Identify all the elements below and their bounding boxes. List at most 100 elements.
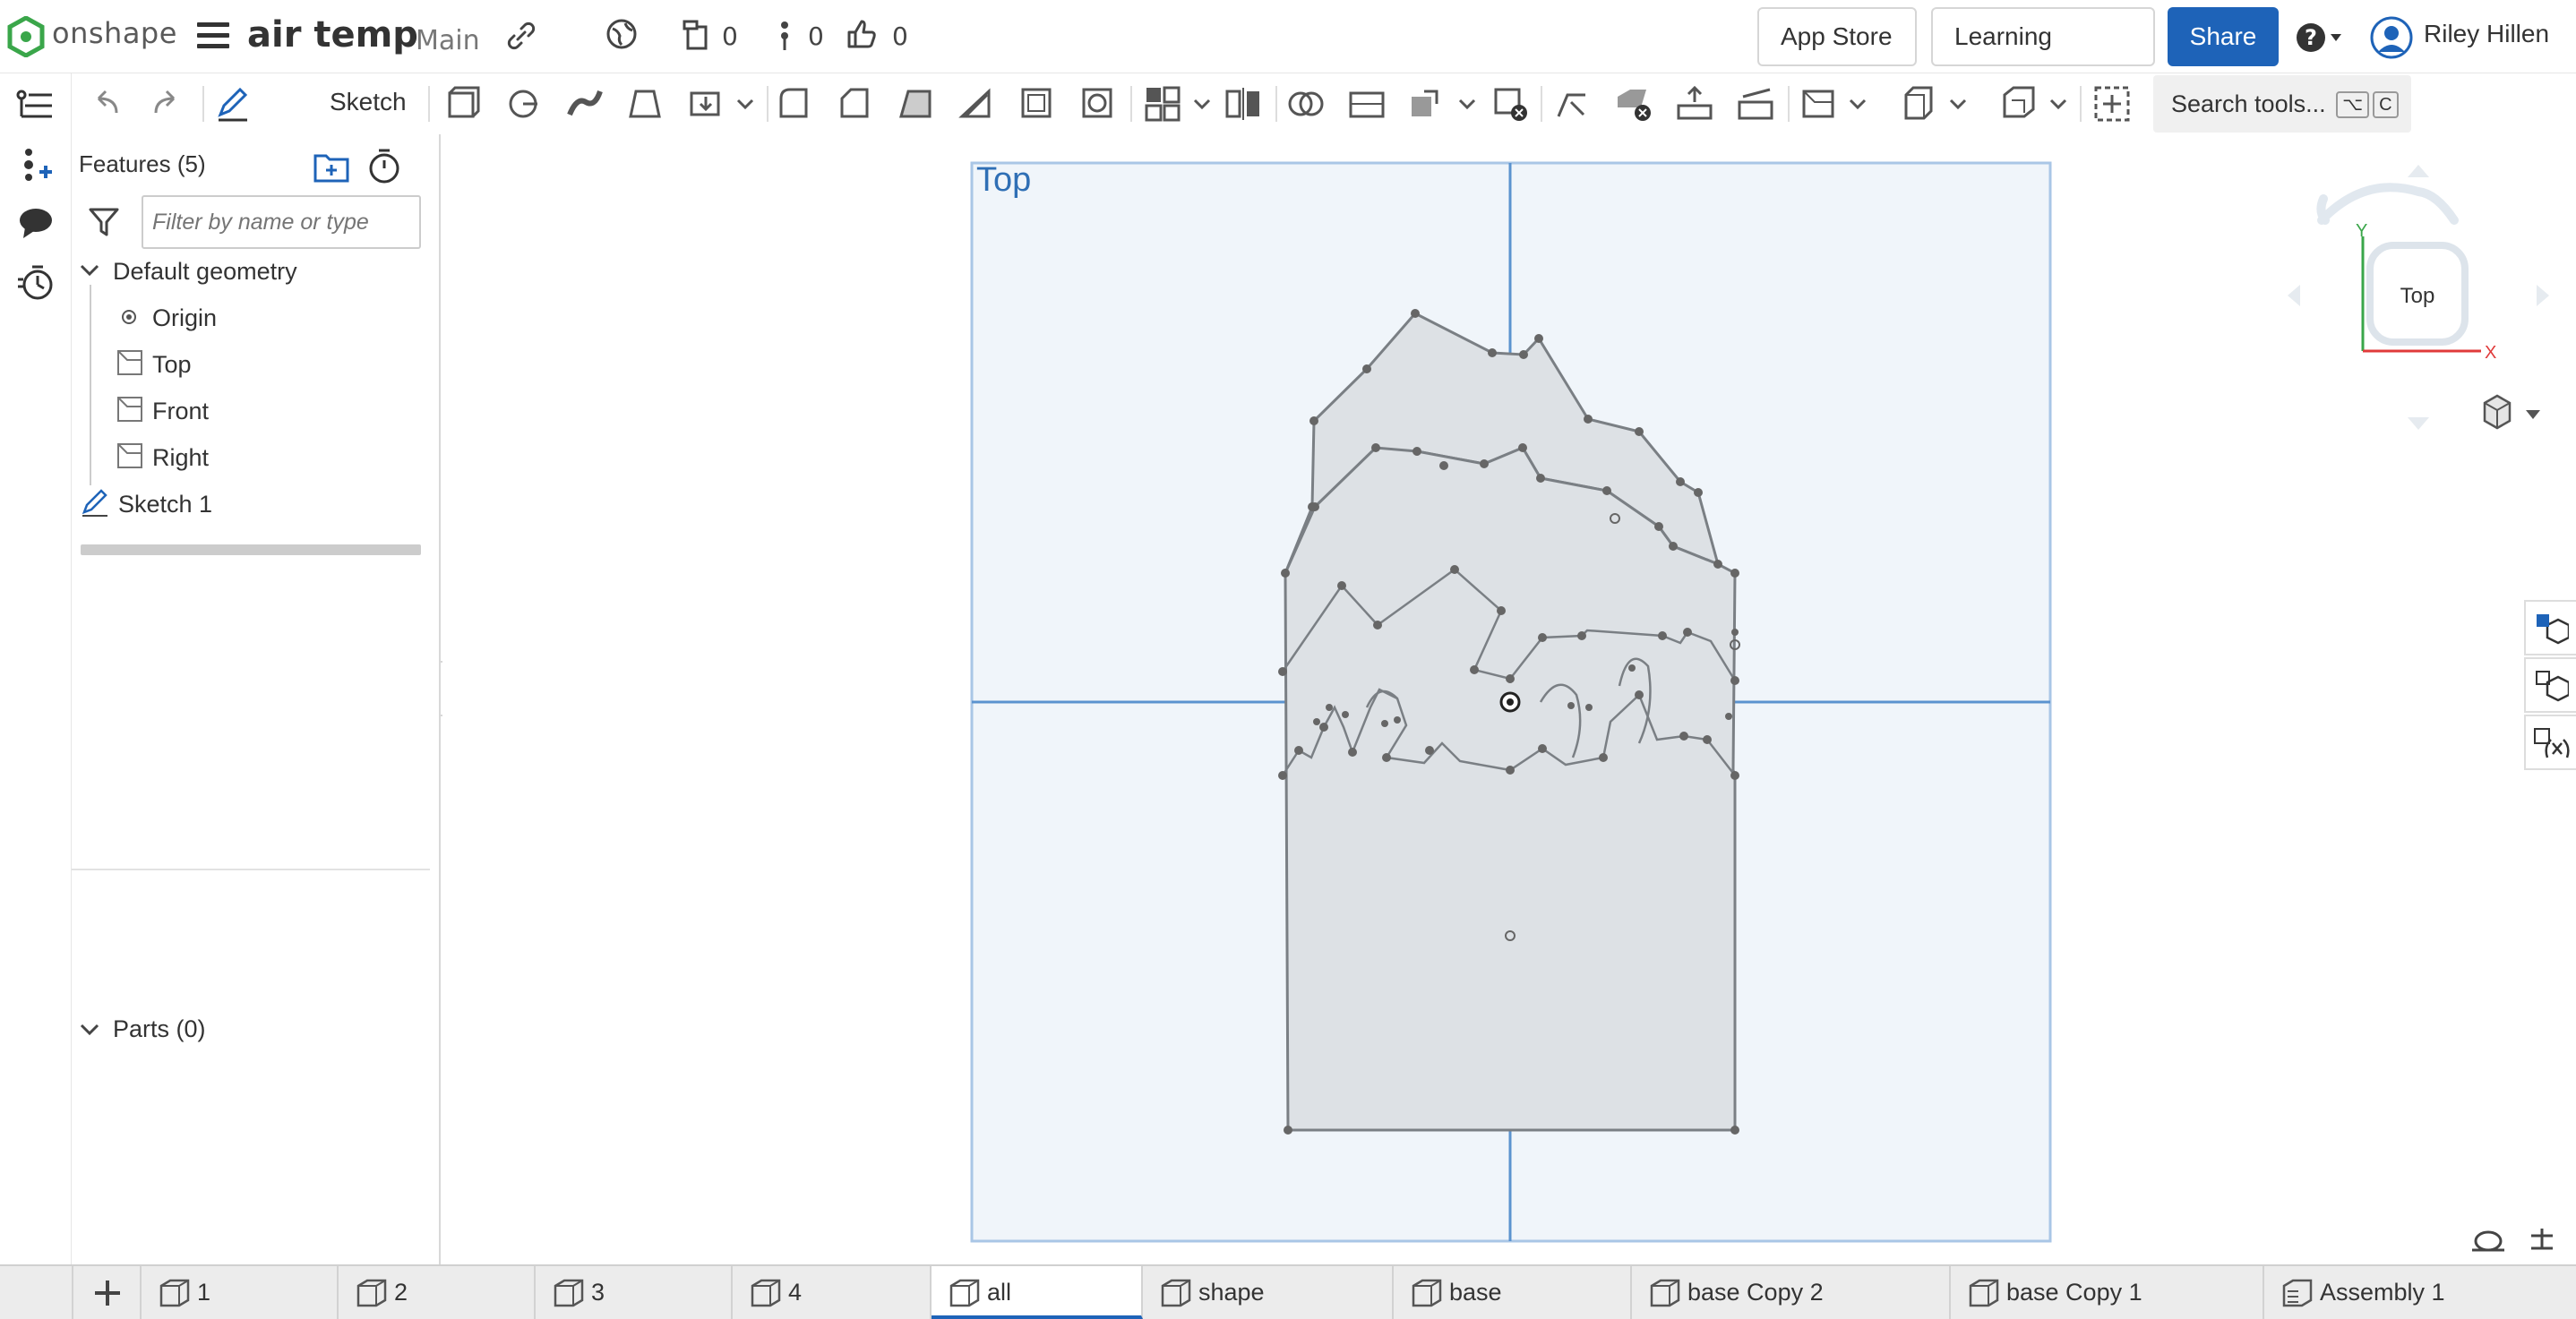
user-name[interactable]: Riley Hillen [2424, 20, 2549, 48]
insert-icon[interactable] [16, 145, 56, 184]
avatar-icon[interactable] [2370, 16, 2413, 59]
graphics-canvas[interactable]: Top Y X [442, 134, 2576, 1264]
loft-icon[interactable] [625, 84, 665, 124]
delete-face-icon[interactable] [1614, 84, 1653, 124]
delete-part-icon[interactable] [1490, 84, 1530, 124]
tab-base-copy-2[interactable]: base Copy 2 [1632, 1266, 1951, 1319]
parts-list-header[interactable]: Parts (0) [113, 1015, 206, 1043]
add-custom-feature-icon[interactable] [2092, 84, 2132, 124]
learning-center-button[interactable]: Learning Center [1931, 7, 2155, 106]
mirror-icon[interactable] [1224, 84, 1263, 124]
default-geometry-node[interactable]: Default geometry [113, 258, 297, 286]
add-tab-button[interactable] [72, 1266, 142, 1319]
tree-item-sketch-1[interactable]: Sketch 1 [118, 491, 212, 518]
measure-tape-icon[interactable] [2472, 1230, 2504, 1252]
chevron-down-icon[interactable] [2048, 84, 2069, 124]
tab-all[interactable]: all [932, 1266, 1143, 1319]
chevron-down-icon[interactable] [1847, 84, 1868, 124]
extrude-icon[interactable] [442, 84, 482, 124]
fillet-icon[interactable] [774, 84, 813, 124]
chevron-down-icon[interactable] [1456, 84, 1478, 124]
part-studio-icon [159, 1279, 190, 1307]
shortcut-key-option: ⌥ [2336, 91, 2370, 118]
sketch-profile-body[interactable] [1284, 446, 1737, 1132]
chevron-down-icon[interactable] [734, 84, 756, 124]
history-icon[interactable] [16, 263, 56, 303]
draft-icon[interactable] [896, 84, 935, 124]
transform-icon[interactable] [1408, 84, 1447, 124]
rib-icon[interactable] [957, 84, 996, 124]
help-icon[interactable]: ? [2295, 21, 2345, 54]
graphics-viewport[interactable]: Top Y X Top [442, 134, 2576, 1264]
branch-name: Main [416, 25, 480, 56]
rollback-timer-icon[interactable] [367, 149, 401, 184]
variable-table-icon [2534, 728, 2570, 758]
filter-icon[interactable] [88, 206, 120, 238]
tab-2[interactable]: 2 [339, 1266, 536, 1319]
y-axis-label: Y [2356, 221, 2367, 241]
shell-icon[interactable] [1018, 84, 1057, 124]
mass-properties-icon[interactable] [2531, 1229, 2553, 1250]
boolean-icon[interactable] [1286, 84, 1326, 124]
comments-icon[interactable] [16, 204, 56, 244]
chevron-down-icon[interactable] [79, 1019, 100, 1041]
sketch-button[interactable]: Sketch [330, 88, 407, 116]
feature-list-icon[interactable] [16, 86, 56, 125]
onshape-logo-icon[interactable] [7, 16, 45, 57]
tab-3[interactable]: 3 [536, 1266, 733, 1319]
search-tools-label: Search tools... [2171, 90, 2326, 117]
replace-face-icon[interactable] [1736, 84, 1775, 124]
view-options-button[interactable] [2524, 600, 2576, 655]
link-icon[interactable] [505, 20, 537, 52]
frames-icon[interactable] [1999, 84, 2039, 124]
hole-icon[interactable] [1078, 84, 1118, 124]
tab-base[interactable]: base [1394, 1266, 1632, 1319]
tab-1[interactable]: 1 [142, 1266, 339, 1319]
share-button[interactable]: Share [2168, 7, 2279, 66]
app-store-button[interactable]: App Store [1757, 7, 1917, 66]
modify-fillet-icon[interactable] [1553, 84, 1593, 124]
menu-icon[interactable] [197, 22, 229, 49]
chevron-down-icon[interactable] [1947, 84, 1969, 124]
plane-icon[interactable] [1799, 84, 1838, 124]
globe-icon[interactable] [605, 18, 638, 50]
tree-item-front[interactable]: Front [152, 398, 209, 425]
filter-input[interactable] [142, 195, 421, 249]
plane-icon [117, 443, 142, 468]
brand-name[interactable]: onshape [52, 16, 177, 50]
sweep-icon[interactable] [564, 84, 604, 124]
tree-item-top[interactable]: Top [152, 351, 192, 379]
undo-icon[interactable] [86, 84, 125, 124]
tree-item-right[interactable]: Right [152, 444, 209, 472]
pattern-icon[interactable] [1143, 84, 1182, 124]
likes-count: 0 [892, 21, 908, 51]
tab-4[interactable]: 4 [733, 1266, 932, 1319]
branches-icon[interactable] [769, 20, 801, 52]
chevron-down-icon[interactable] [1191, 84, 1213, 124]
appearance-icon [2536, 671, 2569, 702]
move-face-icon[interactable] [1675, 84, 1714, 124]
versions-icon[interactable] [681, 20, 713, 52]
thicken-icon[interactable] [686, 84, 726, 124]
redo-icon[interactable] [147, 84, 186, 124]
variables-button[interactable] [2524, 715, 2576, 770]
shortcut-key-c: C [2373, 91, 2399, 118]
sheet-metal-icon[interactable] [1899, 84, 1938, 124]
appearance-button[interactable] [2524, 657, 2576, 713]
tab-base-copy-1[interactable]: base Copy 1 [1951, 1266, 2264, 1319]
tab-shape[interactable]: shape [1143, 1266, 1394, 1319]
thumbs-up-icon[interactable] [846, 18, 878, 50]
add-folder-icon[interactable] [313, 150, 349, 183]
left-rail [0, 73, 72, 1309]
chevron-down-icon[interactable] [79, 260, 100, 281]
view-mode-cube-icon[interactable] [2483, 394, 2540, 430]
tree-item-origin[interactable]: Origin [152, 304, 217, 332]
horizontal-scrollbar[interactable] [81, 544, 421, 555]
document-name[interactable]: air temp [247, 14, 418, 56]
sketch-pencil-icon[interactable] [215, 86, 251, 122]
revolve-icon[interactable] [503, 84, 543, 124]
chamfer-icon[interactable] [835, 84, 874, 124]
tab-assembly-1[interactable]: Assembly 1 [2264, 1266, 2576, 1319]
split-icon[interactable] [1347, 84, 1387, 124]
search-tools-input[interactable]: Search tools... ⌥ C [2153, 75, 2411, 133]
